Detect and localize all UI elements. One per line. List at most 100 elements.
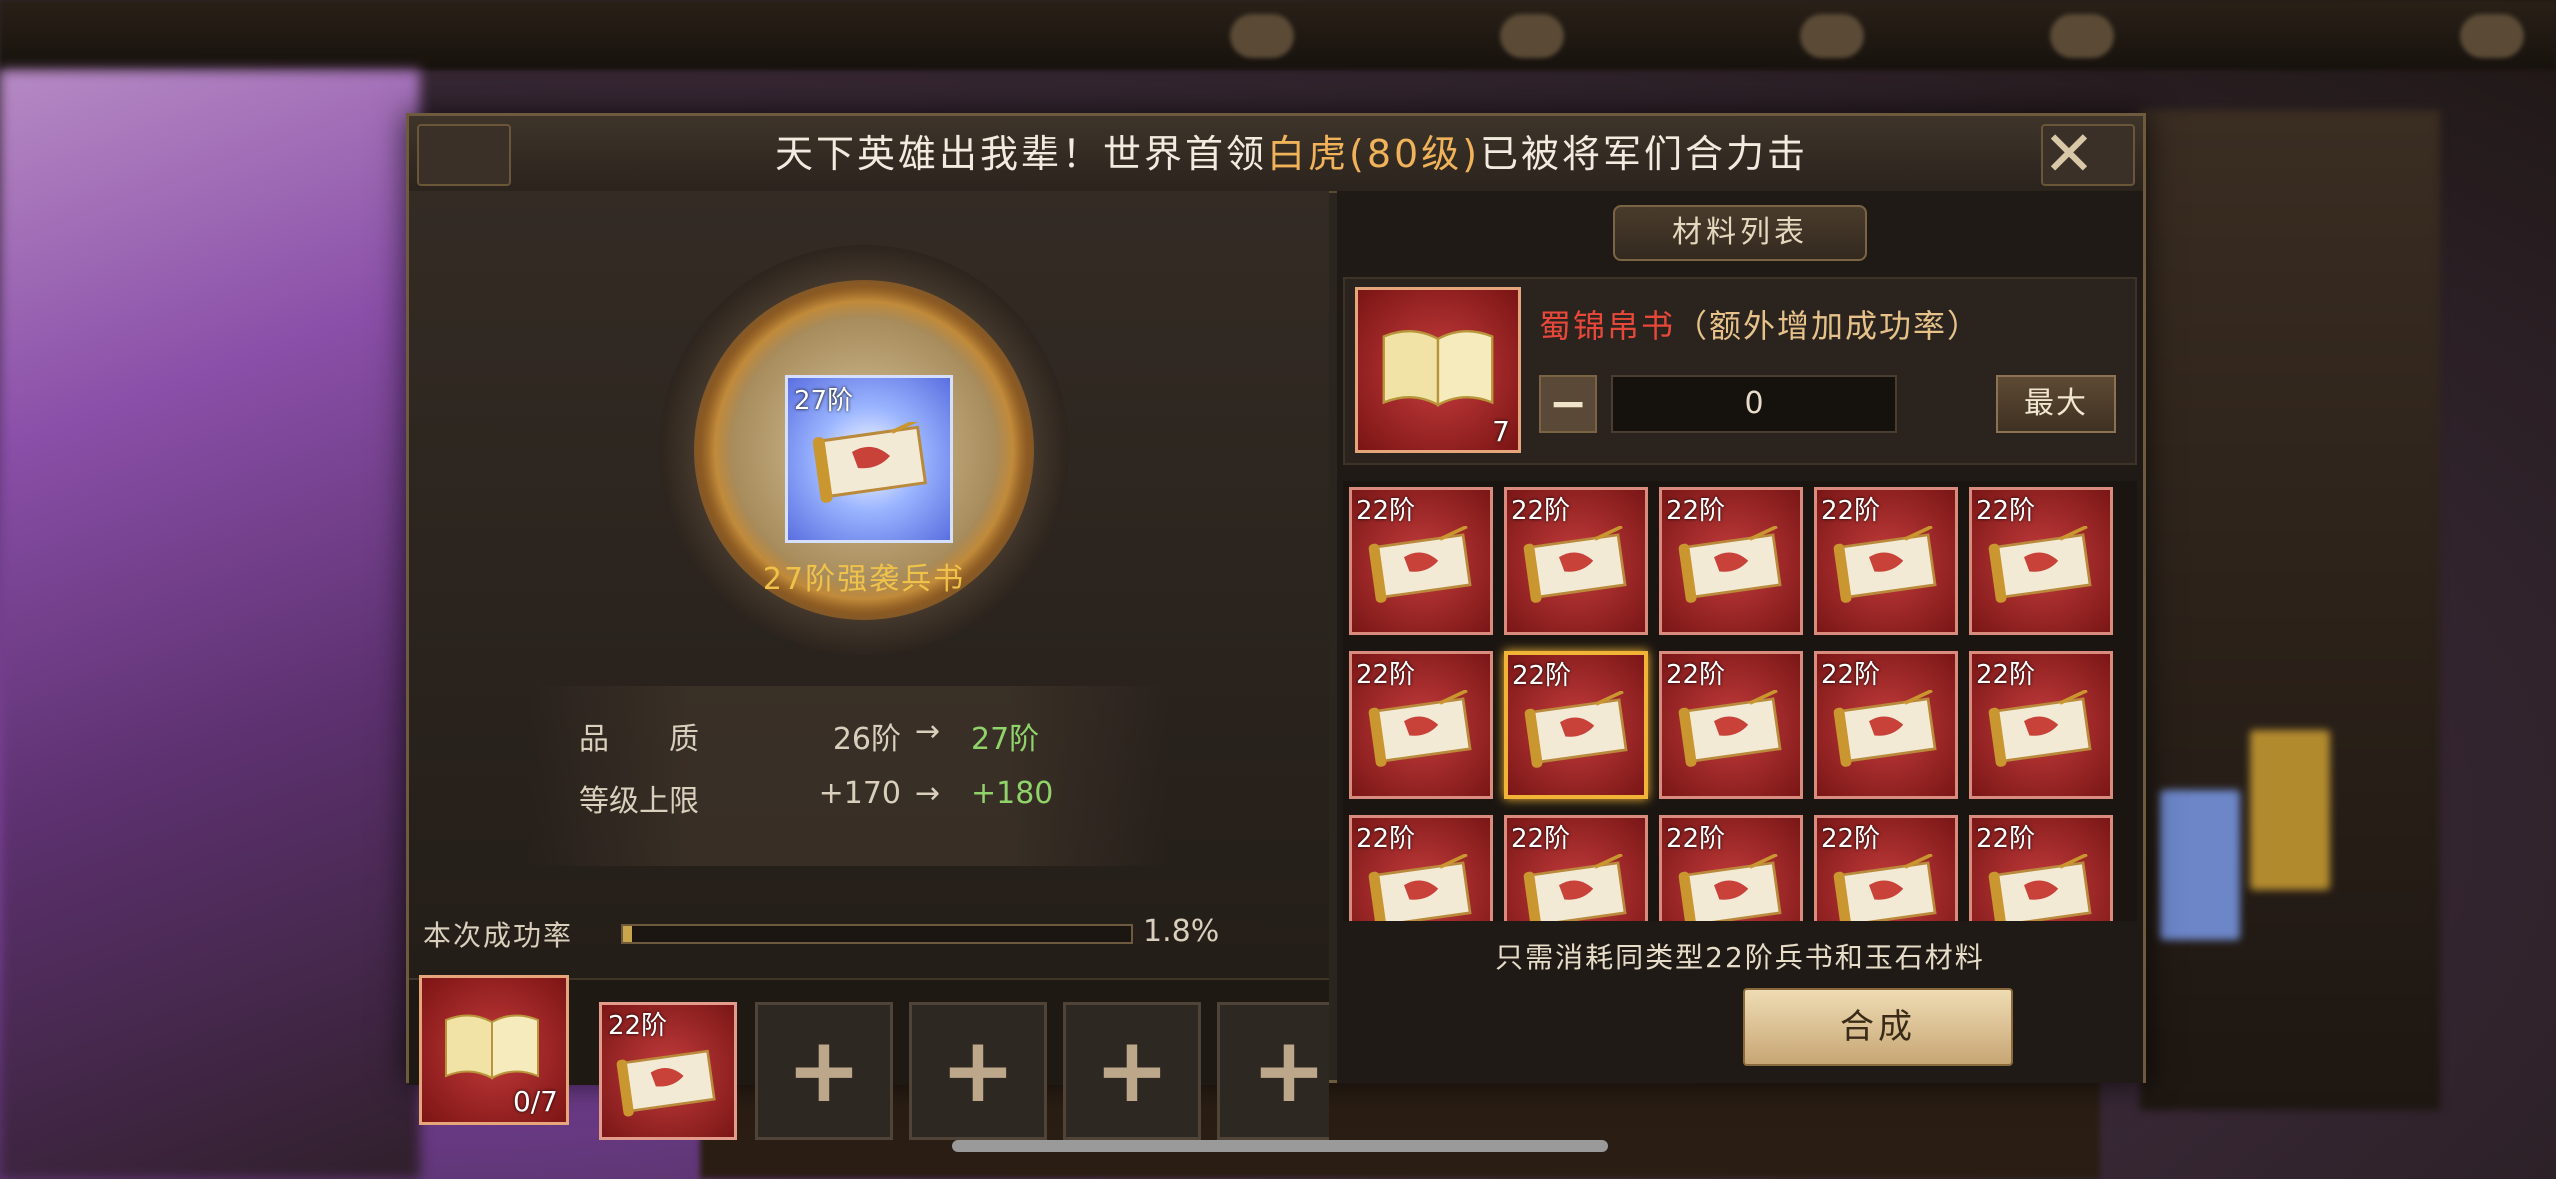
result-item-icon[interactable]: 27阶 bbox=[785, 375, 953, 543]
war-scroll-icon bbox=[1523, 526, 1627, 603]
slot-tier: 22阶 bbox=[608, 1011, 668, 1041]
qty-minus-button[interactable]: − bbox=[1539, 375, 1597, 433]
arrow-right-icon: → bbox=[915, 776, 941, 811]
background-top-bar bbox=[0, 0, 2556, 70]
success-rate-bar bbox=[621, 924, 1133, 944]
stat-row-quality: 品 质 26阶 → 27阶 bbox=[529, 714, 1169, 764]
material-slot-empty[interactable]: + bbox=[1063, 1002, 1201, 1140]
cell-tier: 22阶 bbox=[1976, 824, 2036, 854]
stat-from: 26阶 bbox=[832, 722, 901, 757]
war-scroll-icon bbox=[1368, 526, 1472, 603]
war-scroll-cell[interactable]: 22阶 bbox=[1814, 487, 1958, 635]
material-slot-empty[interactable]: + bbox=[1217, 1002, 1329, 1140]
cell-tier: 22阶 bbox=[1511, 824, 1571, 854]
war-scroll-icon bbox=[1678, 690, 1782, 767]
resource-icon bbox=[2050, 14, 2114, 58]
war-scroll-icon bbox=[1523, 854, 1627, 921]
war-scroll-cell[interactable]: 22阶 bbox=[1349, 815, 1493, 921]
silk-book-owned: 7 bbox=[1492, 415, 1510, 448]
cell-tier: 22阶 bbox=[1356, 824, 1416, 854]
success-rate-fill bbox=[623, 926, 633, 942]
war-scroll-cell[interactable]: 22阶 bbox=[1969, 651, 2113, 799]
stat-to: 27阶 bbox=[971, 722, 1040, 757]
war-scroll-icon bbox=[1524, 691, 1628, 768]
war-scroll-icon bbox=[1988, 854, 2092, 921]
silk-book-item[interactable]: 7 bbox=[1355, 287, 1521, 453]
material-slot-empty[interactable]: + bbox=[755, 1002, 893, 1140]
stat-row-level-cap: 等级上限 +170 → +180 bbox=[529, 776, 1169, 826]
success-rate-value: 1.8% bbox=[1143, 914, 1220, 949]
war-scroll-cell[interactable]: 22阶 bbox=[1659, 815, 1803, 921]
stat-label: 等级上限 bbox=[579, 784, 699, 819]
input-slots: 0/7 22阶 + + + + bbox=[409, 975, 1329, 1140]
upgrade-stats: 品 质 26阶 → 27阶 等级上限 +170 → +180 bbox=[529, 686, 1169, 866]
silk-book-slot[interactable]: 0/7 bbox=[419, 975, 569, 1125]
silk-book-icon bbox=[1382, 330, 1494, 407]
silk-book-row: 7 蜀锦帛书（额外增加成功率） − 0 + 最大 bbox=[1343, 277, 2137, 465]
qty-input[interactable]: 0 bbox=[1611, 375, 1897, 433]
cell-tier: 22阶 bbox=[1976, 660, 2036, 690]
war-scroll-icon bbox=[1368, 690, 1472, 767]
background-scene bbox=[0, 70, 420, 1179]
resource-icon bbox=[2460, 14, 2524, 58]
silk-book-name: 蜀锦帛书（额外增加成功率） bbox=[1539, 301, 1981, 347]
close-button[interactable]: ✕ bbox=[2039, 123, 2099, 185]
cell-tier: 22阶 bbox=[1356, 496, 1416, 526]
war-scroll-cell[interactable]: 22阶 bbox=[1814, 815, 1958, 921]
material-hint: 只需消耗同类型22阶兵书和玉石材料 bbox=[1495, 941, 1985, 974]
war-scroll-icon bbox=[1988, 690, 2092, 767]
synthesis-dialog: 天下英雄出我辈！世界首领白虎(80级)已被将军们合力击 ✕ 27阶 27阶强袭兵… bbox=[406, 113, 2146, 1140]
home-indicator bbox=[952, 1140, 1608, 1152]
plus-icon: + bbox=[940, 1018, 1016, 1123]
resource-icon bbox=[1800, 14, 1864, 58]
war-scroll-cell[interactable]: 22阶 bbox=[1349, 487, 1493, 635]
combine-button[interactable]: 合成 bbox=[1743, 988, 2013, 1066]
material-slot-empty[interactable]: + bbox=[909, 1002, 1047, 1140]
close-x-icon: ✕ bbox=[2043, 117, 2095, 190]
war-scroll-icon bbox=[812, 422, 928, 503]
war-scroll-cell[interactable]: 22阶 bbox=[1504, 651, 1648, 799]
material-name: 蜀锦帛书 bbox=[1539, 307, 1676, 345]
material-note: （额外增加成功率） bbox=[1675, 307, 1982, 345]
background-tab bbox=[2250, 730, 2330, 890]
title-bar: 天下英雄出我辈！世界首领白虎(80级)已被将军们合力击 ✕ bbox=[409, 116, 2143, 193]
silk-book-icon bbox=[445, 1014, 539, 1080]
title-ornament-left bbox=[417, 124, 511, 186]
cell-tier: 22阶 bbox=[1356, 660, 1416, 690]
war-scroll-icon bbox=[1988, 526, 2092, 603]
stat-label: 品 质 bbox=[579, 722, 699, 757]
result-item-tier: 27阶 bbox=[794, 386, 854, 416]
cell-tier: 22阶 bbox=[1821, 660, 1881, 690]
material-grid: 22阶 22阶 22阶 22阶 22阶 22阶 22阶 22阶 22阶 22阶 22阶 22阶 22阶 2… bbox=[1343, 481, 2137, 921]
stat-to: +180 bbox=[971, 776, 1054, 811]
announcement-prefix: 天下英雄出我辈！世界首领 bbox=[775, 132, 1268, 176]
war-scroll-icon bbox=[1833, 526, 1937, 603]
cell-tier: 22阶 bbox=[1821, 496, 1881, 526]
war-scroll-cell[interactable]: 22阶 bbox=[1969, 815, 2113, 921]
plus-icon: + bbox=[786, 1018, 862, 1123]
announcement-boss: 白虎(80级) bbox=[1267, 132, 1481, 176]
materials-header: 材料列表 bbox=[1613, 205, 1867, 261]
materials-panel: 材料列表 7 蜀锦帛书（额外增加成功率） − 0 + 最大 22阶22阶22阶2… bbox=[1337, 191, 2143, 1083]
silk-book-count: 0/7 bbox=[512, 1085, 558, 1118]
material-slot-filled[interactable]: 22阶 bbox=[599, 1002, 737, 1140]
resource-icon bbox=[1230, 14, 1294, 58]
background-portrait bbox=[2160, 790, 2240, 940]
announcement-suffix: 已被将军们合力击 bbox=[1480, 132, 1809, 176]
result-preview: 27阶 27阶强袭兵书 品 质 26阶 → 27阶 等级上限 +170 → +1… bbox=[409, 191, 1329, 1140]
war-scroll-cell[interactable]: 22阶 bbox=[1659, 487, 1803, 635]
max-button[interactable]: 最大 bbox=[1996, 375, 2116, 433]
cell-tier: 22阶 bbox=[1666, 660, 1726, 690]
cell-tier: 22阶 bbox=[1512, 661, 1572, 691]
war-scroll-icon bbox=[1678, 526, 1782, 603]
cell-tier: 22阶 bbox=[1666, 824, 1726, 854]
war-scroll-icon bbox=[1678, 854, 1782, 921]
war-scroll-cell[interactable]: 22阶 bbox=[1969, 487, 2113, 635]
background-side-menu bbox=[2140, 110, 2440, 1110]
war-scroll-cell[interactable]: 22阶 bbox=[1504, 487, 1648, 635]
war-scroll-cell[interactable]: 22阶 bbox=[1349, 651, 1493, 799]
war-scroll-cell[interactable]: 22阶 bbox=[1504, 815, 1648, 921]
war-scroll-cell[interactable]: 22阶 bbox=[1659, 651, 1803, 799]
war-scroll-icon bbox=[616, 1049, 716, 1117]
war-scroll-cell[interactable]: 22阶 bbox=[1814, 651, 1958, 799]
